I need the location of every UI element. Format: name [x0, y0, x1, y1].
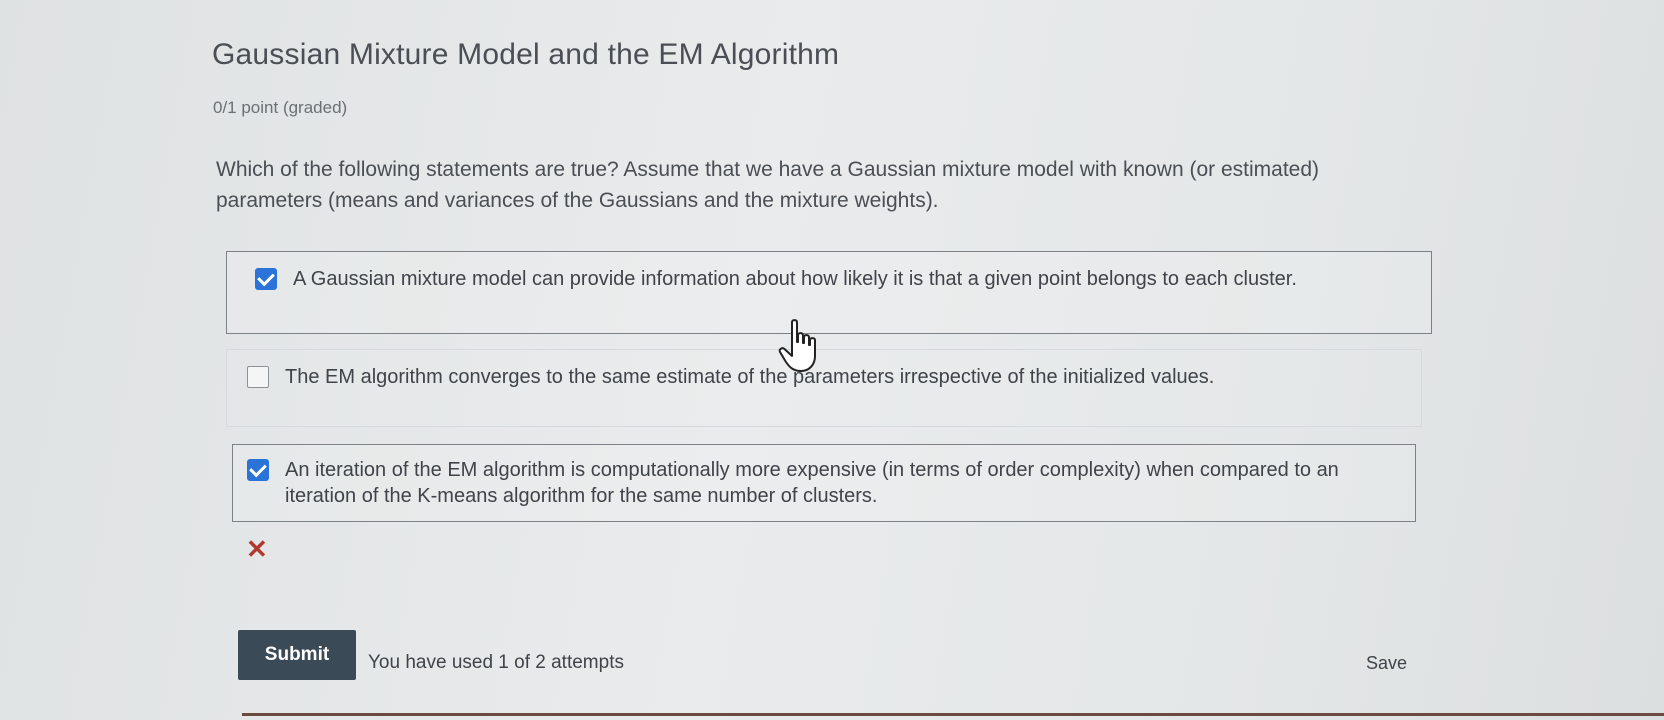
choice-option-3[interactable]: An iteration of the EM algorithm is comp… — [232, 444, 1416, 522]
save-button[interactable]: Save — [1366, 653, 1407, 674]
attempts-text: You have used 1 of 2 attempts — [368, 652, 624, 673]
bottom-divider — [242, 713, 1664, 716]
checkbox-checked-icon[interactable] — [255, 268, 277, 290]
question-text: Which of the following statements are tr… — [216, 158, 1320, 212]
choice-text: The EM algorithm converges to the same e… — [285, 366, 1215, 388]
choice-option-1[interactable]: A Gaussian mixture model can provide inf… — [226, 251, 1432, 334]
checkbox-empty-icon[interactable] — [247, 366, 269, 388]
choice-option-2[interactable]: The EM algorithm converges to the same e… — [226, 349, 1422, 427]
incorrect-x-icon: ✕ — [246, 534, 268, 564]
submit-button[interactable]: Submit — [238, 630, 356, 680]
problem-page: Gaussian Mixture Model and the EM Algori… — [0, 0, 1664, 720]
problem-title: Gaussian Mixture Model and the EM Algori… — [212, 38, 840, 71]
choice-text: A Gaussian mixture model can provide inf… — [293, 268, 1297, 290]
checkbox-checked-icon[interactable] — [247, 459, 269, 481]
points-label: 0/1 point (graded) — [213, 98, 348, 117]
choice-text: An iteration of the EM algorithm is comp… — [285, 459, 1339, 507]
